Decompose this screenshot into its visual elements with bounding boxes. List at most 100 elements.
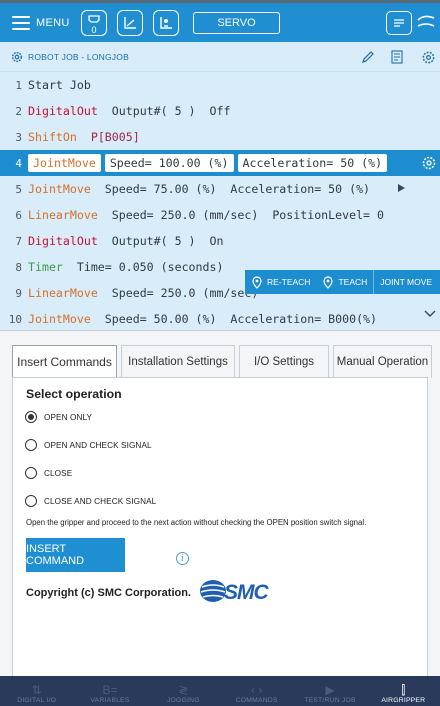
- hamburger-icon: [12, 15, 30, 30]
- command-keyword: JointMove: [28, 312, 91, 326]
- tab-manual-operation[interactable]: Manual Operation: [333, 345, 432, 378]
- option-label: CLOSE AND CHECK SIGNAL: [44, 496, 157, 506]
- gripper-tool-button[interactable]: 0: [81, 10, 107, 36]
- command-params: P[B005]: [76, 130, 140, 144]
- radio-selected[interactable]: [25, 411, 37, 423]
- command-params: Speed= 250.0 (mm/sec): [97, 286, 259, 300]
- tab-insert-commands[interactable]: Insert Commands: [12, 345, 117, 378]
- insert-commands-panel: Select operation OPEN ONLY OPEN AND CHEC…: [12, 377, 428, 677]
- option-close-and-check[interactable]: CLOSE AND CHECK SIGNAL: [25, 495, 156, 507]
- acceleration-param-chip[interactable]: Acceleration= 50 (%): [237, 154, 388, 172]
- commands-icon: ‹ ›: [250, 683, 263, 697]
- command-params: Speed= 50.00 (%) Acceleration= B000(%): [90, 312, 378, 326]
- coordinate-button[interactable]: [117, 10, 143, 36]
- job-line-4-selected[interactable]: 4 JointMove Speed= 100.00 (%) Accelerati…: [0, 150, 440, 176]
- menu-button[interactable]: MENU: [12, 15, 70, 30]
- joint-move-label: JOINT MOVE: [380, 277, 433, 287]
- nav-jogging[interactable]: ≷ JOGGING: [147, 676, 220, 706]
- tab-installation-settings[interactable]: Installation Settings: [121, 345, 235, 378]
- execution-cursor-icon: [398, 184, 405, 192]
- user-frame-button[interactable]: [153, 10, 179, 36]
- teach-button[interactable]: TEACH: [316, 270, 373, 294]
- command-keyword[interactable]: JointMove: [28, 154, 101, 172]
- operation-description: Open the gripper and proceed to the next…: [26, 518, 367, 527]
- digital-io-icon: ⇅: [31, 683, 42, 697]
- option-label: OPEN ONLY: [44, 412, 93, 422]
- command-panel: Insert Commands Installation Settings I/…: [0, 330, 440, 677]
- play-icon: ▶: [325, 683, 335, 697]
- nav-label: COMMANDS: [235, 697, 278, 704]
- svg-text:SMC: SMC: [224, 581, 270, 604]
- job-line-10[interactable]: 10 JointMove Speed= 50.00 (%) Accelerati…: [0, 306, 440, 332]
- line-number: 7: [15, 234, 22, 248]
- gear-icon[interactable]: [421, 50, 436, 65]
- job-line-7[interactable]: 7 DigitalOut Output#( 5 ) On: [0, 228, 440, 254]
- tab-bar: Insert Commands Installation Settings I/…: [12, 345, 436, 378]
- servo-button[interactable]: SERVO: [193, 12, 280, 34]
- job-header: ROBOT JOB - LONGJOB: [0, 42, 440, 72]
- radio-unselected[interactable]: [25, 467, 37, 479]
- location-pin-icon: [252, 275, 262, 289]
- location-pin-icon: [323, 275, 334, 289]
- command-keyword: DigitalOut: [28, 234, 98, 248]
- nav-commands[interactable]: ‹ › COMMANDS: [220, 676, 293, 706]
- job-line-6[interactable]: 6 LinearMove Speed= 250.0 (mm/sec) Posit…: [0, 202, 440, 228]
- teach-action-bar: RE-TEACH TEACH JOINT MOVE: [245, 270, 440, 294]
- insert-command-button[interactable]: INSERT COMMAND: [26, 538, 125, 572]
- joint-move-button[interactable]: JOINT MOVE: [374, 270, 438, 294]
- nav-label: AIRGRIPPER: [381, 697, 426, 704]
- edit-icon[interactable]: [361, 50, 375, 64]
- command-keyword: LinearMove: [28, 208, 98, 222]
- radio-unselected[interactable]: [25, 439, 37, 451]
- line-number: 1: [15, 78, 22, 92]
- command-params: Speed= 250.0 (mm/sec) PositionLevel= 0: [97, 208, 384, 222]
- bottom-navigation: ⇅ DIGITAL I/O B= VARIABLES ≷ JOGGING ‹ ›…: [0, 676, 440, 706]
- coordinate-icon: [124, 17, 136, 29]
- job-line-3[interactable]: 3 ShiftOn P[B005]: [0, 124, 440, 150]
- speed-param-chip[interactable]: Speed= 100.00 (%): [104, 154, 234, 172]
- nav-airgripper[interactable]: ⫿ AIRGRIPPER: [367, 676, 440, 706]
- smc-logo: SMC: [200, 580, 271, 604]
- radio-unselected[interactable]: [25, 495, 37, 507]
- chevron-down-icon[interactable]: [424, 310, 436, 318]
- message-button[interactable]: [386, 11, 412, 35]
- teach-label: TEACH: [338, 277, 368, 287]
- option-open-and-check[interactable]: OPEN AND CHECK SIGNAL: [25, 439, 152, 451]
- line-number: 2: [15, 104, 22, 118]
- nav-variables[interactable]: B= VARIABLES: [73, 676, 146, 706]
- message-icon: [394, 19, 404, 27]
- nav-digital-io[interactable]: ⇅ DIGITAL I/O: [0, 676, 73, 706]
- job-line-2[interactable]: 2 DigitalOut Output#( 5 ) Off: [0, 98, 440, 124]
- copyright-text: Copyright (c) SMC Corporation.: [26, 587, 191, 599]
- robot-hand-icon[interactable]: [416, 12, 436, 34]
- line-number: 6: [15, 208, 22, 222]
- nav-label: VARIABLES: [90, 697, 130, 704]
- command-params: Time= 0.050 (seconds): [62, 260, 224, 274]
- job-title: ROBOT JOB - LONGJOB: [28, 51, 129, 62]
- line-settings-gear-icon[interactable]: [421, 155, 437, 171]
- nav-label: DIGITAL I/O: [17, 697, 57, 704]
- line-number: 10: [8, 312, 22, 326]
- option-label: CLOSE: [44, 468, 73, 478]
- option-open-only[interactable]: OPEN ONLY: [25, 411, 92, 423]
- command-keyword: Timer: [28, 260, 63, 274]
- nav-test-run-job[interactable]: ▶ TEST/RUN JOB: [293, 676, 366, 706]
- variables-icon: B=: [102, 683, 118, 697]
- nav-label: JOGGING: [166, 697, 200, 704]
- job-line-5[interactable]: 5 JointMove Speed= 75.00 (%) Acceleratio…: [0, 176, 440, 202]
- select-operation-heading: Select operation: [26, 387, 122, 401]
- top-toolbar: MENU 0 SERVO: [0, 0, 440, 42]
- reteach-button[interactable]: RE-TEACH: [245, 270, 316, 294]
- command-params: Output#( 5 ) Off: [97, 104, 231, 118]
- tab-io-settings[interactable]: I/O Settings: [239, 345, 329, 378]
- document-list-icon[interactable]: [390, 50, 404, 64]
- nav-label: TEST/RUN JOB: [304, 697, 356, 704]
- job-line-1[interactable]: 1 Start Job: [0, 72, 440, 98]
- option-close[interactable]: CLOSE: [25, 467, 72, 479]
- command-keyword: JointMove: [28, 182, 91, 196]
- gripper-badge: 0: [91, 25, 97, 35]
- command-params: Output#( 5 ) On: [97, 234, 224, 248]
- line-number: 8: [15, 260, 22, 274]
- job-settings-icon[interactable]: [10, 50, 24, 64]
- info-icon[interactable]: i: [176, 552, 189, 565]
